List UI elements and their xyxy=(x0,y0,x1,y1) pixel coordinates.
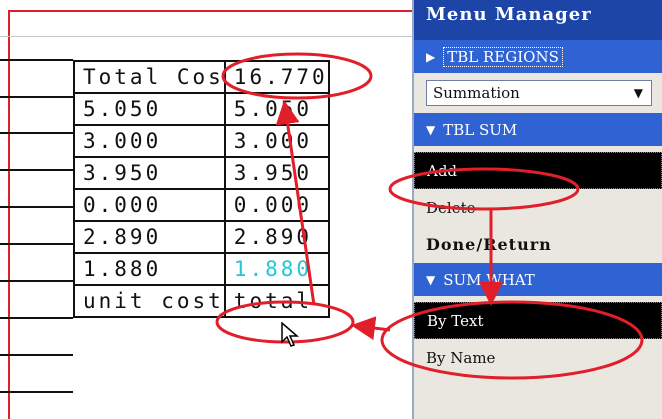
table-row: 3.000 3.000 xyxy=(73,124,330,158)
highlighted-cell[interactable]: 1.880 xyxy=(223,252,330,286)
table-stub-line xyxy=(0,280,73,282)
table-stub-line xyxy=(0,96,73,98)
table-row: 3.950 3.950 xyxy=(73,156,330,190)
cost-table: Total Cos 16.770 5.050 5.050 3.000 3.000… xyxy=(73,60,330,318)
menu-item-by-text[interactable]: By Text xyxy=(414,302,662,339)
annotation-frame-top xyxy=(8,10,438,12)
section-label: TBL REGIONS xyxy=(443,46,563,67)
section-sum-what[interactable]: ▼ SUM WHAT xyxy=(414,263,662,296)
table-stub-line xyxy=(0,317,73,319)
table-stub-line xyxy=(0,354,73,356)
table-stub-line xyxy=(0,243,73,245)
chevron-down-icon[interactable]: ▼ xyxy=(634,86,643,100)
menu-item-label: By Name xyxy=(426,348,496,367)
table-cell[interactable]: 5.050 xyxy=(73,92,226,126)
table-stub-line xyxy=(0,206,73,208)
table-header-cell[interactable]: unit cost xyxy=(73,284,226,318)
table-cell[interactable]: 1.880 xyxy=(73,252,226,286)
table-row: 0.000 0.000 xyxy=(73,188,330,222)
table-cell[interactable]: 5.050 xyxy=(223,92,330,126)
menu-item-delete[interactable]: Delete xyxy=(414,189,662,226)
annotation-frame-left xyxy=(8,10,10,419)
section-label: TBL SUM xyxy=(443,120,518,139)
section-label: SUM WHAT xyxy=(443,270,535,289)
menu-item-done-return[interactable]: Done/Return xyxy=(414,226,662,263)
table-row: Total Cos 16.770 xyxy=(73,60,330,94)
menu-item-label: Add xyxy=(427,161,458,180)
drawing-area[interactable]: Total Cos 16.770 5.050 5.050 3.000 3.000… xyxy=(0,0,438,419)
table-cell[interactable]: 3.950 xyxy=(73,156,226,190)
section-tbl-regions[interactable]: ▶ TBL REGIONS xyxy=(414,40,662,73)
table-cell[interactable]: 2.890 xyxy=(223,220,330,254)
table-cell[interactable]: 3.000 xyxy=(73,124,226,158)
table-stub-line xyxy=(0,132,73,134)
triangle-right-icon: ▶ xyxy=(426,49,436,64)
triangle-down-icon: ▼ xyxy=(426,272,436,287)
table-header-cell[interactable]: total xyxy=(223,284,330,318)
table-stub-line xyxy=(0,59,73,61)
table-cell[interactable]: 3.950 xyxy=(223,156,330,190)
table-cell[interactable]: 3.000 xyxy=(223,124,330,158)
menu-item-label: Delete xyxy=(426,198,476,217)
table-cell[interactable]: Total Cos xyxy=(73,60,226,94)
table-stub-line xyxy=(0,391,73,393)
menu-item-label: By Text xyxy=(427,311,484,330)
table-row: 2.890 2.890 xyxy=(73,220,330,254)
mouse-cursor-icon xyxy=(281,322,300,347)
drawing-border-line xyxy=(0,36,412,37)
table-stub-line xyxy=(0,169,73,171)
dropdown-row: Summation ▼ xyxy=(414,73,662,113)
triangle-down-icon: ▼ xyxy=(426,122,436,137)
table-cell[interactable]: 2.890 xyxy=(73,220,226,254)
dropdown-value: Summation xyxy=(433,84,520,102)
menu-item-add[interactable]: Add xyxy=(414,152,662,189)
summation-dropdown[interactable]: Summation ▼ xyxy=(426,80,652,106)
table-cell[interactable]: 0.000 xyxy=(73,188,226,222)
menu-item-label: Done/Return xyxy=(426,235,552,254)
menu-manager-title: Menu Manager xyxy=(414,0,662,40)
table-row: unit cost total xyxy=(73,284,330,318)
menu-item-by-name[interactable]: By Name xyxy=(414,339,662,376)
section-tbl-sum[interactable]: ▼ TBL SUM xyxy=(414,113,662,146)
table-cell[interactable]: 0.000 xyxy=(223,188,330,222)
total-cost-cell[interactable]: 16.770 xyxy=(223,60,330,94)
table-row: 5.050 5.050 xyxy=(73,92,330,126)
table-row: 1.880 1.880 xyxy=(73,252,330,286)
menu-manager-panel: Menu Manager ▶ TBL REGIONS Summation ▼ ▼… xyxy=(412,0,662,419)
